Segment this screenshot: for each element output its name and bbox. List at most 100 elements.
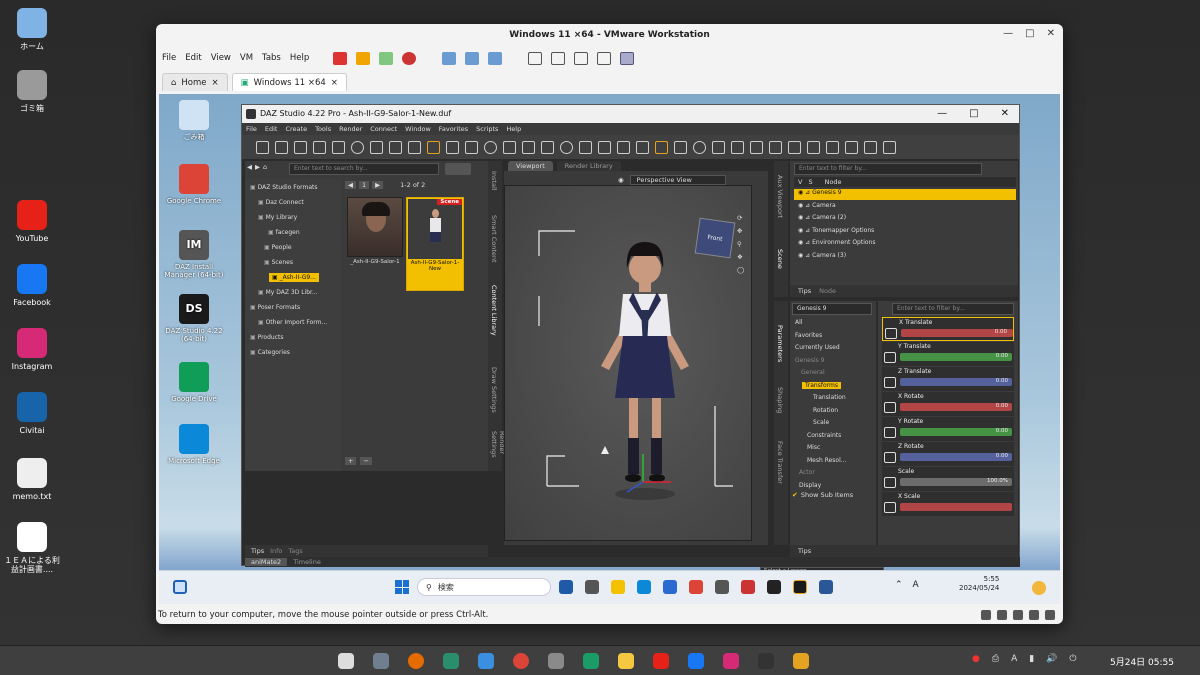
toolbar-tool-icon[interactable]: [731, 141, 744, 154]
toolbar-tool-icon[interactable]: [370, 141, 383, 154]
daz-menu-favorites[interactable]: Favorites: [439, 125, 468, 133]
close-icon[interactable]: ×: [212, 78, 219, 88]
param-filter-input[interactable]: Enter text to filter by...: [892, 303, 1014, 315]
toolbar-tool-icon[interactable]: [864, 141, 877, 154]
toolbar-tool-icon[interactable]: [313, 141, 326, 154]
menu-view[interactable]: View: [211, 53, 231, 63]
param-row[interactable]: Scale100.0%: [882, 467, 1014, 491]
tab-tips[interactable]: Tips: [251, 547, 264, 555]
vmware-icon[interactable]: [793, 653, 809, 669]
library-icon[interactable]: [528, 52, 542, 65]
menu-help[interactable]: Help: [290, 53, 309, 63]
view-select[interactable]: Perspective View: [630, 175, 726, 185]
fullscreen-icon[interactable]: [574, 52, 588, 65]
power-icon[interactable]: ⏻: [1069, 654, 1076, 664]
search-box[interactable]: ⚲ 検索: [417, 578, 551, 596]
start-icon[interactable]: [395, 580, 409, 594]
desktop-icon[interactable]: Facebook: [4, 264, 60, 307]
toolbar-tool-icon[interactable]: [617, 141, 630, 154]
param-category[interactable]: Rotation: [810, 407, 841, 414]
param-row[interactable]: Y Rotate0.00: [882, 417, 1014, 441]
prev-page-icon[interactable]: ◀: [345, 181, 356, 189]
minimize-icon[interactable]: —: [937, 108, 947, 119]
daz-menu-help[interactable]: Help: [506, 125, 521, 133]
tab-parameters[interactable]: Parameters: [776, 325, 784, 362]
orbit-icon[interactable]: ⟳: [737, 214, 744, 222]
daz-menu-window[interactable]: Window: [405, 125, 431, 133]
maximize-icon[interactable]: □: [1025, 28, 1034, 39]
tab-smart-content[interactable]: Smart Content: [490, 215, 498, 263]
thumbnail-icon[interactable]: [551, 52, 565, 65]
tree-item[interactable]: ▣ facegen: [265, 228, 303, 237]
usb-icon[interactable]: [1013, 610, 1023, 620]
scene-node[interactable]: ◉ ⊿ Camera: [794, 202, 1016, 213]
desktop-icon[interactable]: ホーム: [4, 8, 60, 51]
toolbar-tool-icon[interactable]: [427, 141, 440, 154]
desktop-icon[interactable]: memo.txt: [4, 458, 60, 501]
toolbar-tool-icon[interactable]: [465, 141, 478, 154]
terminal-icon[interactable]: [758, 653, 774, 669]
desktop-icon[interactable]: YouTube: [4, 200, 60, 243]
tree-item[interactable]: ▣ My Library: [255, 213, 300, 222]
daz-studio-icon[interactable]: [793, 580, 807, 594]
toolbar-tool-icon[interactable]: [674, 141, 687, 154]
files-icon[interactable]: [443, 653, 459, 669]
scene-node[interactable]: ◉ ⊿ Genesis 9: [794, 189, 1016, 200]
desktop-icon[interactable]: Civitai: [4, 392, 60, 435]
scene-node[interactable]: ◉ ⊿ Tonemapper Options: [794, 227, 1016, 238]
toolbar-tool-icon[interactable]: [408, 141, 421, 154]
tab-draw-settings[interactable]: Draw Settings: [490, 367, 498, 413]
param-category[interactable]: Genesis 9: [792, 357, 827, 364]
desktop-icon[interactable]: ゴミ箱: [4, 70, 60, 113]
tab-vm[interactable]: ▣ Windows 11 ×64 ×: [232, 73, 347, 91]
toolbar-tool-icon[interactable]: [826, 141, 839, 154]
tab-face-transfer[interactable]: Face Transfer: [776, 441, 784, 484]
param-category[interactable]: Scale: [810, 419, 832, 426]
toolbar-tool-icon[interactable]: [332, 141, 345, 154]
disk-icon[interactable]: [981, 610, 991, 620]
param-category[interactable]: Constraints: [804, 432, 844, 439]
tab-node[interactable]: Node: [819, 287, 836, 295]
daz-menu-scripts[interactable]: Scripts: [476, 125, 498, 133]
toolbar-tool-icon[interactable]: [522, 141, 535, 154]
param-category[interactable]: Actor: [796, 469, 818, 476]
toolbar-tool-icon[interactable]: [788, 141, 801, 154]
page-number[interactable]: 1: [359, 181, 369, 189]
close-icon[interactable]: ✕: [1047, 28, 1055, 39]
daz-menu-edit[interactable]: Edit: [265, 125, 278, 133]
thumb-item[interactable]: _Ash-II-G9-Salor-1: [347, 197, 403, 275]
tab-info[interactable]: Info: [270, 547, 282, 555]
tab-content-library[interactable]: Content Library: [490, 285, 498, 336]
frame-icon[interactable]: ◯: [737, 266, 744, 274]
param-category[interactable]: Mesh Resol...: [804, 457, 849, 464]
guest-clock[interactable]: 5:55 2024/05/24: [959, 575, 999, 593]
camera-icon[interactable]: ◉: [618, 176, 624, 184]
add-icon[interactable]: +: [345, 457, 356, 465]
param-category[interactable]: General: [798, 369, 828, 376]
toolbar-tool-icon[interactable]: [484, 141, 497, 154]
chrome-icon[interactable]: [689, 580, 703, 594]
terminal-icon[interactable]: [767, 580, 781, 594]
restart-icon[interactable]: [402, 52, 416, 65]
notes-icon[interactable]: [618, 653, 634, 669]
param-slider[interactable]: [900, 503, 1012, 511]
store-icon[interactable]: [663, 580, 677, 594]
param-category[interactable]: Translation: [810, 394, 849, 401]
toolbar-tool-icon[interactable]: [503, 141, 516, 154]
maximize-icon[interactable]: □: [969, 108, 978, 119]
workspace-icon[interactable]: [373, 653, 389, 669]
sound-icon[interactable]: [1029, 610, 1039, 620]
param-row[interactable]: X Rotate0.00: [882, 392, 1014, 416]
menu-file[interactable]: File: [162, 53, 176, 63]
play-icon[interactable]: [379, 52, 393, 65]
tree-item[interactable]: ▣ Poser Formats: [247, 303, 303, 312]
tab-scene[interactable]: Scene: [776, 249, 784, 269]
settings-icon[interactable]: [548, 653, 564, 669]
alert-icon[interactable]: ●: [972, 654, 980, 664]
chrome-icon[interactable]: [513, 653, 529, 669]
host-clock[interactable]: 5月24日 05:55: [1110, 655, 1174, 668]
guest-desktop-icon[interactable]: Google Drive: [163, 362, 225, 403]
suspend-icon[interactable]: [356, 52, 370, 65]
view-options-icon[interactable]: [445, 163, 471, 175]
menu-tabs[interactable]: Tabs: [262, 53, 281, 63]
